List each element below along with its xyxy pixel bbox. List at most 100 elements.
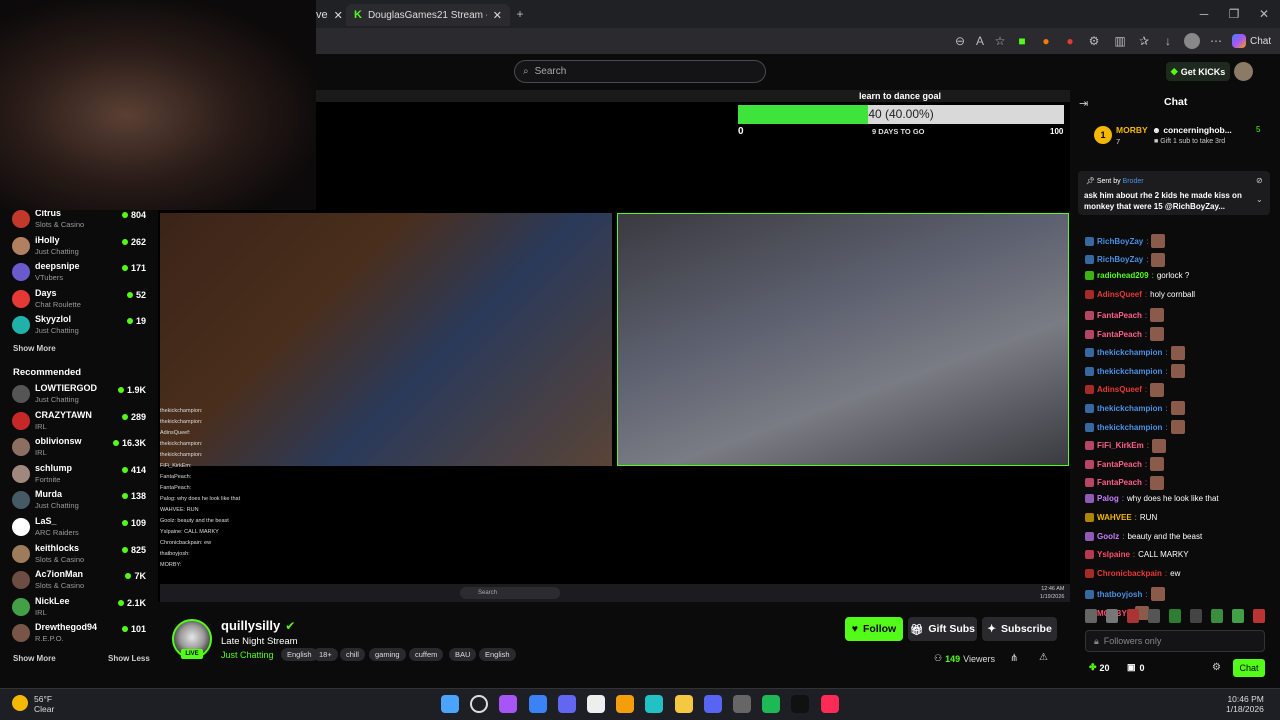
sidebar-channel[interactable]: oblivionsw IRL 16.3K <box>12 434 150 460</box>
stream-tag[interactable]: gaming <box>369 648 406 661</box>
follow-button[interactable]: ♥ Follow <box>845 617 903 641</box>
subscribe-button[interactable]: ✦ Subscribe <box>982 617 1057 641</box>
emote-icon[interactable] <box>1211 609 1223 623</box>
chat-username[interactable]: FantaPeach <box>1097 478 1142 487</box>
extension-icon[interactable]: ● <box>1038 33 1054 49</box>
chat-username[interactable]: AdinsQueef <box>1097 290 1142 299</box>
user-avatar[interactable] <box>1234 62 1253 81</box>
chat-username[interactable]: FantaPeach <box>1097 311 1142 320</box>
chat-username[interactable]: RichBoyZay <box>1097 237 1143 246</box>
gift-balance[interactable]: ▣ 0 <box>1127 662 1145 673</box>
kicks-balance[interactable]: ✤ 20 <box>1089 662 1110 673</box>
chat-send-button[interactable]: Chat <box>1233 659 1265 677</box>
chat-username[interactable]: FantaPeach <box>1097 330 1142 339</box>
get-kicks-button[interactable]: ◆ Get KICKs <box>1166 62 1230 81</box>
emote-icon[interactable] <box>1253 609 1265 623</box>
tiktok-icon[interactable] <box>791 695 810 713</box>
chat-username[interactable]: FantaPeach <box>1097 460 1142 469</box>
emote-icon[interactable] <box>1169 609 1181 623</box>
collapse-chat-icon[interactable]: ⇥ <box>1079 97 1088 110</box>
obs-icon[interactable] <box>733 695 751 713</box>
search-input[interactable]: ⌕ Search <box>514 60 766 83</box>
stream-tag[interactable]: cuffem <box>409 648 444 661</box>
chat-username[interactable]: AdinsQueef <box>1097 385 1142 394</box>
extension-icon[interactable]: ● <box>1062 33 1078 49</box>
minimize-icon[interactable]: ─ <box>1196 6 1212 22</box>
chat-message[interactable]: FantaPeach: <box>1085 475 1165 490</box>
chat-input[interactable]: 🔒︎ Followers only <box>1085 630 1265 652</box>
close-tab-icon[interactable]: ✕ <box>493 9 502 22</box>
arc-icon[interactable] <box>557 695 576 713</box>
sidebar-channel[interactable]: Days Chat Roulette 52 <box>12 286 150 312</box>
extension-icon[interactable]: ■ <box>1014 33 1030 49</box>
sidebar-channel[interactable]: Drewthegod94 R.E.P.O. 101 <box>12 620 150 646</box>
chat-message[interactable]: thatboyjosh: <box>1085 587 1165 602</box>
chat-message[interactable]: radiohead209: gorlock ? <box>1085 271 1189 281</box>
more-menu-icon[interactable]: ⋯ <box>1208 33 1224 49</box>
spotify-icon[interactable] <box>762 695 781 713</box>
emote-icon[interactable] <box>1190 609 1202 623</box>
chat-username[interactable]: thatboyjosh <box>1097 590 1142 599</box>
extensions-puzzle-icon[interactable]: ⚙ <box>1086 33 1102 49</box>
sidebar-channel[interactable]: deepsnipe VTubers 171 <box>12 259 150 285</box>
stream-tag[interactable]: English <box>479 648 516 661</box>
chat-username[interactable]: Goolz <box>1097 532 1119 541</box>
sidebar-channel[interactable]: iHolly Just Chatting 262 <box>12 233 150 259</box>
chat-message[interactable]: Yslpaine: CALL MARKY <box>1085 550 1189 560</box>
sidebar-channel[interactable]: keithlocks Slots & Casino 825 <box>12 541 150 567</box>
pinned-message[interactable]: 📌︎ Sent by Broder ask him about rhe 2 ki… <box>1078 171 1270 215</box>
chat-leaderboard-pin[interactable]: 1 MORBY 7 ☻ concerninghob... 5 ■ Gift 1 … <box>1078 120 1274 152</box>
unpin-icon[interactable]: ⊘ <box>1256 176 1263 185</box>
sidebar-channel[interactable]: LOWTIERGOD Just Chatting 1.9K <box>12 381 150 407</box>
emote-icon[interactable] <box>1232 609 1244 623</box>
favorites-icon[interactable]: ✰ <box>1136 33 1152 49</box>
chat-message[interactable]: Chronicbackpain: ew <box>1085 568 1180 578</box>
maximize-icon[interactable]: ❐ <box>1226 6 1242 22</box>
emote-icon[interactable] <box>1148 609 1160 623</box>
chrome-icon[interactable] <box>616 695 635 713</box>
chat-username[interactable]: Palog <box>1097 494 1119 503</box>
show-more-recommended[interactable]: Show More <box>13 654 56 663</box>
sidebar-channel[interactable]: LaS_ ARC Raiders 109 <box>12 514 150 540</box>
report-icon[interactable]: ⚠ <box>1039 652 1048 663</box>
chat-message[interactable]: AdinsQueef: holy cornball <box>1085 289 1195 299</box>
chat-message[interactable]: thekickchampion: <box>1085 401 1185 416</box>
chat-username[interactable]: RichBoyZay <box>1097 255 1143 264</box>
profile-icon[interactable] <box>1184 33 1200 49</box>
chat-message[interactable]: FantaPeach: <box>1085 457 1165 472</box>
chat-username[interactable]: Chronicbackpain <box>1097 569 1162 578</box>
edge-icon[interactable] <box>645 695 664 713</box>
browser-tab-partial[interactable]: ve ✕ <box>316 4 343 26</box>
browser-tab-active[interactable]: K DouglasGames21 Stream - Watch ✕ <box>346 4 510 26</box>
chat-username[interactable]: FiFi_KirkEm <box>1097 441 1144 450</box>
sidebar-channel[interactable]: Murda Just Chatting 138 <box>12 487 150 513</box>
chat-message[interactable]: FiFi_KirkEm: <box>1085 438 1166 453</box>
chat-settings-icon[interactable]: ⚙ <box>1212 662 1221 673</box>
chat-message[interactable]: WAHVEE: RUN <box>1085 513 1157 522</box>
gift-subs-button[interactable]: 🎁︎ Gift Subs <box>908 617 977 641</box>
show-less-button[interactable]: Show Less <box>108 654 150 663</box>
stream-tag[interactable]: BAU <box>449 648 477 661</box>
chat-message[interactable]: thekickchampion: <box>1085 364 1185 379</box>
chat-message[interactable]: RichBoyZay: <box>1085 252 1166 267</box>
emote-icon[interactable] <box>1085 609 1097 623</box>
sidebar-channel[interactable]: CRAZYTAWN IRL 289 <box>12 408 150 434</box>
stream-tag[interactable]: 18+ <box>313 648 338 661</box>
chat-message[interactable]: thekickchampion: <box>1085 420 1185 434</box>
chat-username[interactable]: WAHVEE <box>1097 513 1132 522</box>
split-screen-icon[interactable]: ▥ <box>1112 33 1128 49</box>
streamer-name-row[interactable]: quillysilly ✔ <box>221 618 295 633</box>
copilot-icon[interactable] <box>499 695 518 713</box>
zoom-icon[interactable]: ⊖ <box>952 33 968 49</box>
sidebar-channel[interactable]: NickLee IRL 2.1K <box>12 594 150 620</box>
sidebar-channel[interactable]: Ac7ionMan Slots & Casino 7K <box>12 567 150 593</box>
chat-username[interactable]: thekickchampion <box>1097 367 1162 376</box>
stream-category[interactable]: Just Chatting <box>221 650 274 660</box>
chat-username[interactable]: thekickchampion <box>1097 348 1162 357</box>
sidebar-channel[interactable]: Skyyzlol Just Chatting 19 <box>12 312 150 338</box>
chat-username[interactable]: thekickchampion <box>1097 404 1162 413</box>
chat-message[interactable]: RichBoyZay: <box>1085 234 1166 248</box>
close-window-icon[interactable]: ✕ <box>1256 6 1272 22</box>
show-more-following[interactable]: Show More <box>13 344 56 353</box>
chat-message[interactable]: thekickchampion: <box>1085 345 1185 360</box>
